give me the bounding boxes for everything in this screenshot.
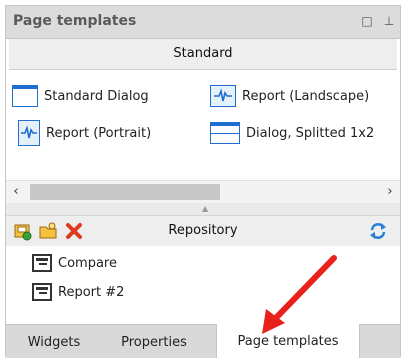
horizontal-scrollbar[interactable]: ‹ › <box>6 180 400 203</box>
repository-item-label: Report #2 <box>58 284 125 300</box>
delete-icon[interactable] <box>64 221 84 241</box>
template-item-label: Standard Dialog <box>44 88 149 104</box>
panel-splitter[interactable]: ▲ <box>6 203 400 215</box>
template-item-dialog-split[interactable]: Dialog, Splitted 1x2 <box>210 120 374 146</box>
repository-toolbar: Repository <box>6 215 400 247</box>
report-portrait-icon <box>18 120 40 146</box>
panel-title-bar: Page templates □ ⊥ <box>6 6 400 39</box>
page-document-icon <box>32 254 52 272</box>
page-document-icon <box>32 283 52 301</box>
splitter-grip-icon: ▲ <box>202 204 209 213</box>
scroll-right-icon[interactable]: › <box>380 181 400 203</box>
template-list: Standard Dialog Report (Landscape) Repor… <box>6 70 400 178</box>
repository-list: Compare Report #2 <box>6 246 400 316</box>
tab-properties[interactable]: Properties <box>102 325 206 358</box>
template-item-label: Dialog, Splitted 1x2 <box>246 125 375 141</box>
category-header[interactable]: Standard <box>9 39 397 70</box>
tab-page-templates[interactable]: Page templates <box>216 324 360 358</box>
repository-item-report-2[interactable]: Report #2 <box>32 280 124 304</box>
template-item-report-landscape[interactable]: Report (Landscape) <box>210 83 369 109</box>
report-landscape-icon <box>210 85 236 107</box>
template-item-report-portrait[interactable]: Report (Portrait) <box>18 120 151 146</box>
page-templates-panel: Page templates □ ⊥ Standard Standard Dia… <box>5 5 401 358</box>
template-item-standard-dialog[interactable]: Standard Dialog <box>12 83 149 109</box>
template-item-label: Report (Portrait) <box>46 125 152 141</box>
dialog-template-icon <box>12 85 38 107</box>
bottom-tab-bar: Widgets Properties Page templates <box>6 324 400 358</box>
panel-title: Page templates <box>13 13 137 29</box>
repository-item-compare[interactable]: Compare <box>32 251 117 275</box>
tab-widgets[interactable]: Widgets <box>20 325 88 358</box>
pin-icon[interactable]: ⊥ <box>380 12 398 30</box>
scroll-left-icon[interactable]: ‹ <box>6 181 26 203</box>
open-folder-icon[interactable] <box>38 221 58 241</box>
scrollbar-thumb[interactable] <box>30 184 220 200</box>
template-item-label: Report (Landscape) <box>242 88 370 104</box>
dialog-split-icon <box>210 122 240 144</box>
repository-item-label: Compare <box>58 255 117 271</box>
refresh-icon[interactable] <box>368 221 388 241</box>
minimize-icon[interactable]: □ <box>358 12 376 30</box>
add-template-icon[interactable] <box>12 221 32 241</box>
